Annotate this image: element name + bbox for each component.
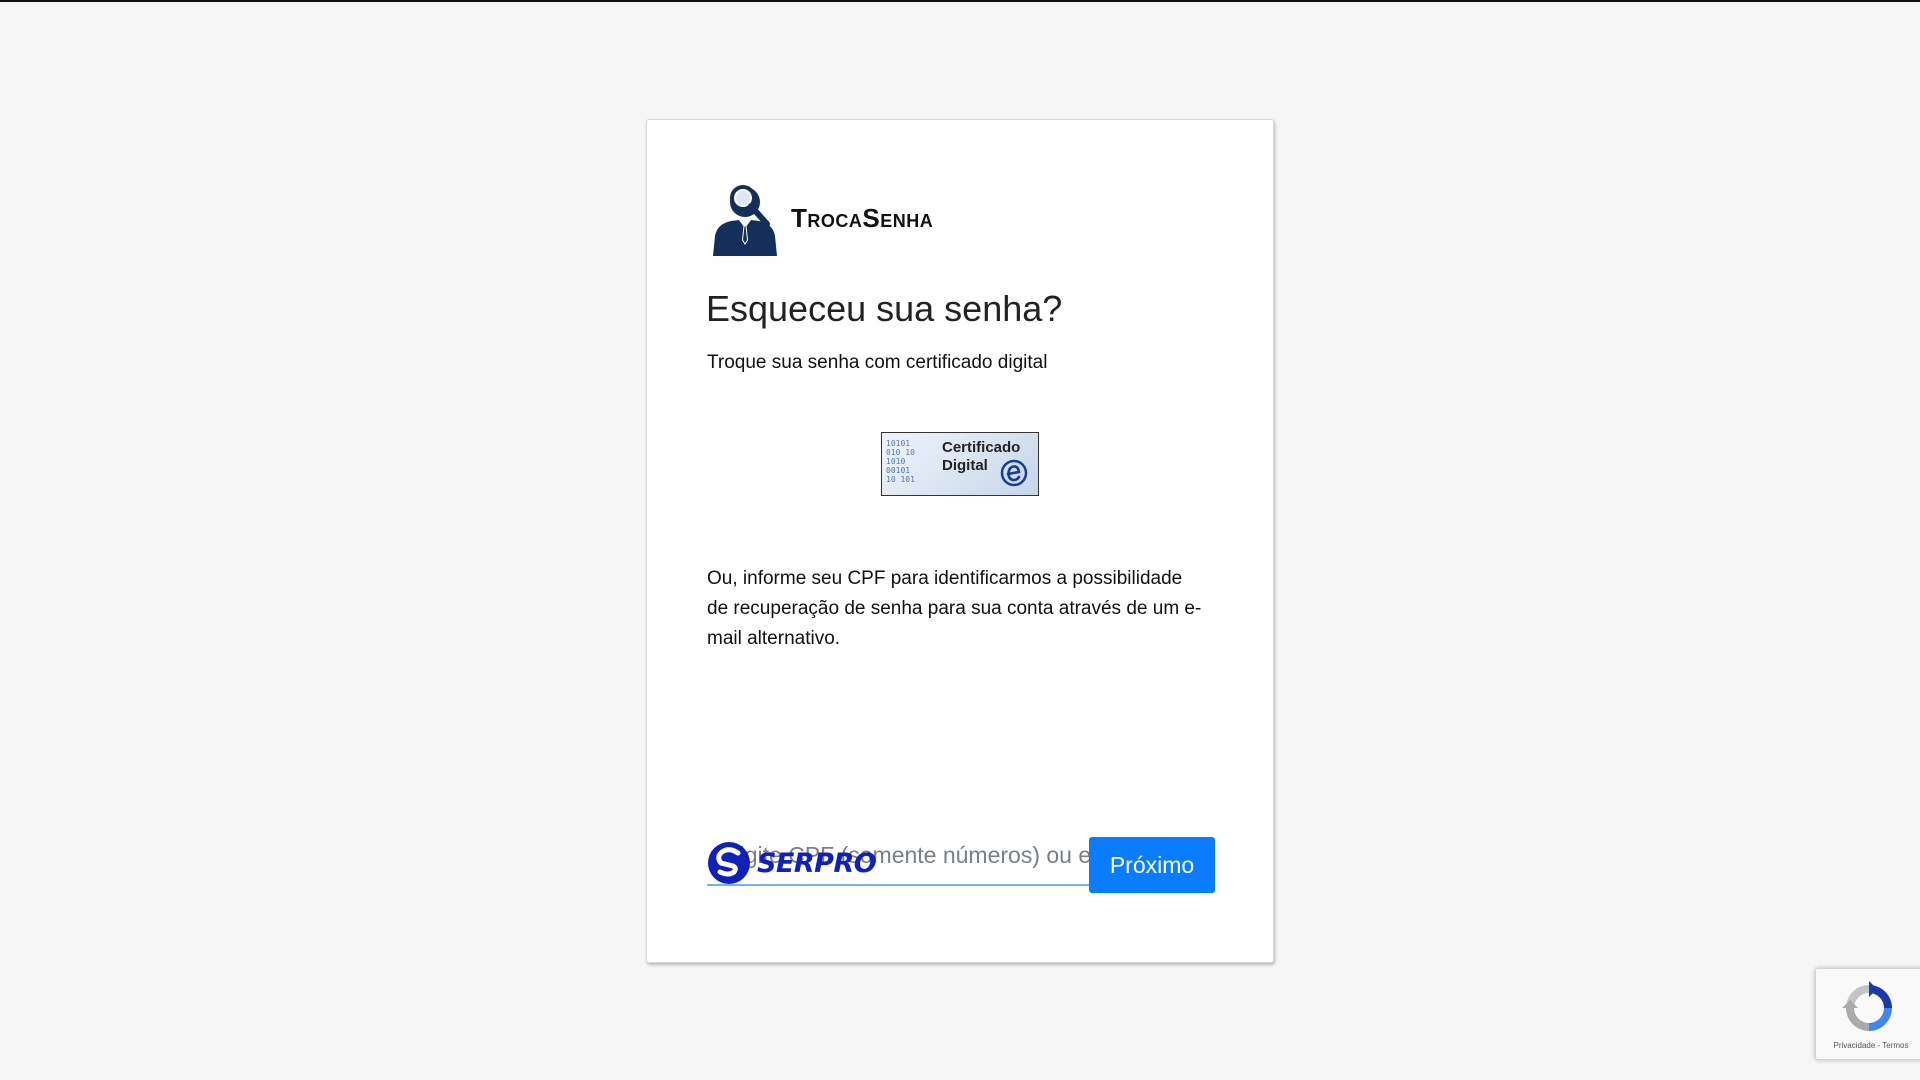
cpf-info-text: Ou, informe seu CPF para identificarmos …	[707, 568, 1202, 649]
serpro-emblem-icon	[708, 842, 750, 884]
serpro-name: SERPRO	[757, 847, 877, 879]
brand-header: TrocaSenha	[709, 180, 933, 256]
recaptcha-privacy-link[interactable]: Privacidade	[1833, 1041, 1875, 1050]
digital-certificate-button[interactable]: 10101 010 10 1010 00101 10 101 Certifica…	[881, 432, 1039, 496]
recaptcha-icon	[1842, 981, 1892, 1031]
page-subtitle: Troque sua senha com certificado digital	[707, 352, 1048, 373]
person-search-icon	[713, 185, 777, 256]
next-button[interactable]: Próximo	[1089, 837, 1215, 893]
recaptcha-badge[interactable]: Privacidade - Termos	[1815, 968, 1920, 1060]
page-title: Esqueceu sua senha?	[706, 288, 1063, 329]
recaptcha-links: Privacidade - Termos	[1816, 1041, 1920, 1050]
recaptcha-terms-link[interactable]: Termos	[1882, 1041, 1908, 1050]
brand-name: TrocaSenha	[791, 202, 934, 233]
binary-digits-decoration: 10101 010 10 1010 00101 10 101	[886, 439, 915, 484]
e-cpf-icon	[1000, 459, 1028, 487]
login-card: TrocaSenha Esqueceu sua senha? Troque su…	[646, 119, 1274, 963]
certificate-label-line2: Digital	[942, 457, 988, 474]
certificate-label-line1: Certificado	[942, 439, 1021, 456]
top-border-line	[0, 0, 1920, 2]
serpro-logo: SERPRO	[707, 840, 877, 886]
